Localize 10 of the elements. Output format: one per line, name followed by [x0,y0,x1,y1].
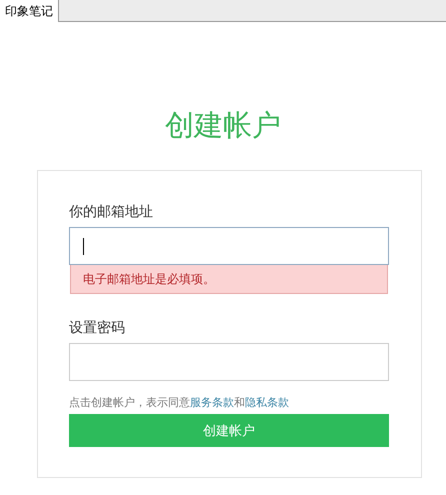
terms-link[interactable]: 服务条款 [190,396,234,409]
page-title: 创建帐户 [164,107,282,144]
create-account-button[interactable]: 创建帐户 [69,414,389,447]
field-label: 你的邮箱地址 [69,203,154,221]
privacy-link[interactable]: 隐私条款 [245,396,289,409]
terms-notice: 点击创建帐户，表示同意服务条款和隐私条款 [69,395,290,410]
field-label: 设置密码 [69,319,126,337]
input-field[interactable] [69,227,389,265]
error-message: 电子邮箱地址是必填项。 [70,265,388,294]
input-field[interactable] [69,343,389,381]
